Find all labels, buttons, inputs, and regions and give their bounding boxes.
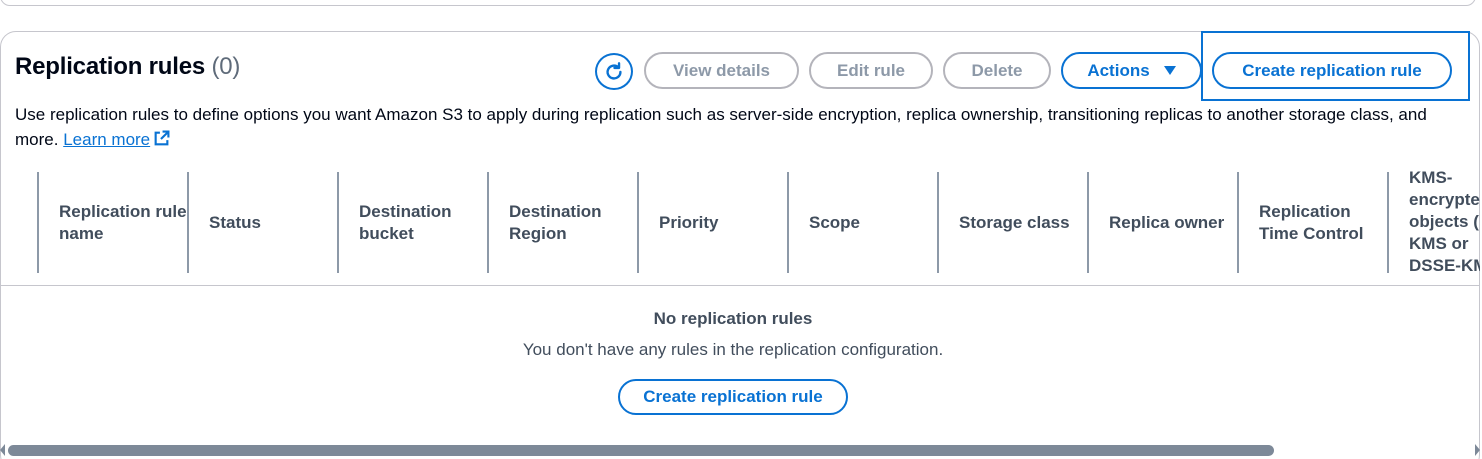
column-header-scope[interactable]: Scope (788, 170, 938, 276)
column-header-kms-encrypted[interactable]: KMS- encrypted objects ( KMS or DSSE-KM (1388, 167, 1480, 273)
section-title: Replication rules (15, 53, 205, 80)
learn-more-link[interactable]: Learn more (63, 130, 150, 149)
edit-rule-button[interactable]: Edit rule (809, 52, 933, 89)
create-replication-rule-button[interactable]: Create replication rule (1212, 52, 1452, 89)
external-link-icon[interactable] (153, 130, 170, 147)
section-description: Use replication rules to define options … (15, 102, 1455, 152)
refresh-button[interactable] (595, 53, 633, 90)
table-header-row: Replication rule name Status Destination… (0, 167, 1480, 286)
refresh-icon (606, 61, 622, 80)
previous-section-card (0, 0, 1476, 6)
kms-header-line: DSSE-KM (1409, 256, 1480, 273)
description-text: Use replication rules to define options … (15, 105, 1427, 149)
kms-header-line: KMS or (1409, 234, 1469, 253)
kms-header-line: KMS- (1409, 168, 1453, 187)
empty-create-replication-rule-button[interactable]: Create replication rule (618, 379, 848, 415)
column-header-status[interactable]: Status (188, 170, 338, 276)
column-header-storage-class[interactable]: Storage class (938, 170, 1088, 276)
empty-state-title: No replication rules (653, 309, 813, 328)
column-header-priority[interactable]: Priority (638, 170, 788, 276)
actions-dropdown-button[interactable]: Actions (1061, 52, 1202, 89)
caret-down-icon (1163, 66, 1176, 75)
column-header-destination-region[interactable]: Destination Region (488, 170, 638, 276)
column-header-rule-name[interactable]: Replication rule name (38, 170, 188, 276)
column-header-replica-owner[interactable]: Replica owner (1088, 170, 1238, 276)
rule-count: (0) (211, 53, 241, 80)
scroll-right-arrow-icon[interactable] (1475, 444, 1480, 456)
scrollbar-thumb[interactable] (8, 445, 1274, 456)
kms-header-line: objects ( (1409, 212, 1479, 231)
column-header-destination-bucket[interactable]: Destination bucket (338, 170, 488, 276)
view-details-button[interactable]: View details (644, 52, 799, 89)
empty-state-subtitle: You don't have any rules in the replicat… (522, 340, 944, 359)
column-header-replication-time-control[interactable]: Replication Time Control (1238, 170, 1388, 276)
kms-header-line: encrypted (1409, 190, 1480, 209)
actions-label: Actions (1087, 60, 1150, 80)
page-title: Replication rules (0) (15, 53, 240, 81)
delete-button[interactable]: Delete (943, 52, 1051, 89)
